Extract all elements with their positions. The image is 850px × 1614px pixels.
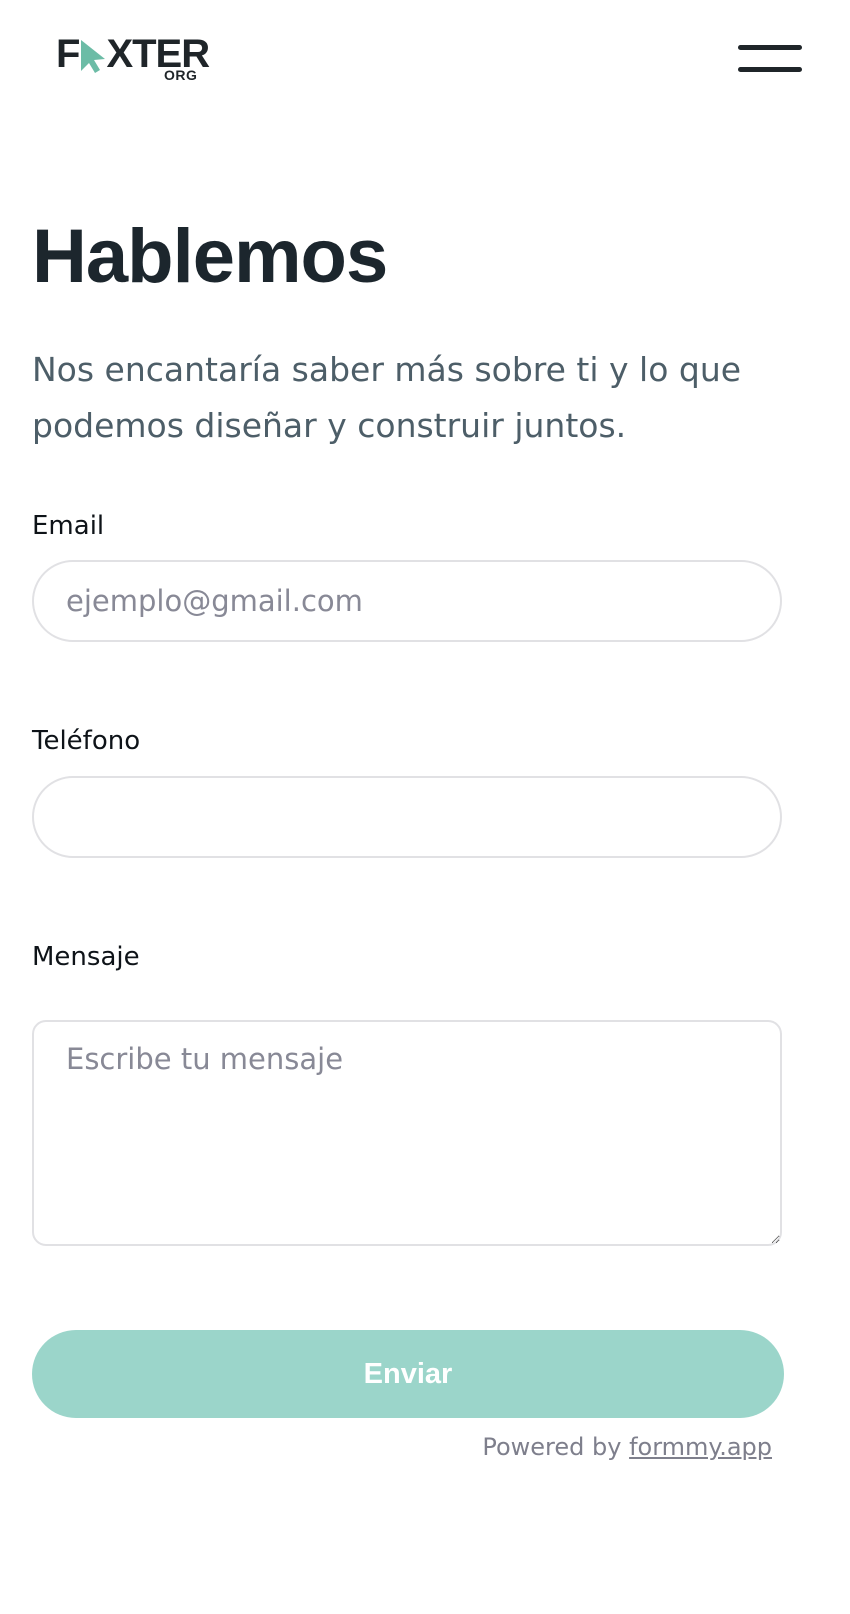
page-subtitle: Nos encantaría saber más sobre ti y lo q… — [32, 350, 742, 445]
email-label: Email — [32, 511, 105, 541]
email-field[interactable] — [32, 560, 782, 642]
page-title: Hablemos — [32, 214, 388, 299]
powered-by-prefix: Powered by — [482, 1433, 622, 1461]
submit-button[interactable]: Enviar — [32, 1330, 784, 1418]
hamburger-menu-icon[interactable] — [736, 40, 804, 78]
faxter-logo[interactable]: F XTER ORG — [56, 34, 210, 84]
phone-label: Teléfono — [32, 726, 141, 756]
powered-by: Powered by formmy.app — [482, 1432, 772, 1462]
contact-page: F XTER ORG Hablemos Nos encantaría saber … — [0, 0, 850, 1614]
logo-subtext: ORG — [164, 67, 198, 83]
menu-bar-top — [738, 45, 802, 50]
message-textarea[interactable] — [32, 1020, 782, 1246]
phone-field[interactable] — [32, 776, 782, 858]
menu-bar-bottom — [738, 67, 802, 72]
message-label: Mensaje — [32, 942, 140, 972]
formmy-link[interactable]: formmy.app — [629, 1433, 772, 1461]
cursor-icon — [81, 40, 105, 73]
